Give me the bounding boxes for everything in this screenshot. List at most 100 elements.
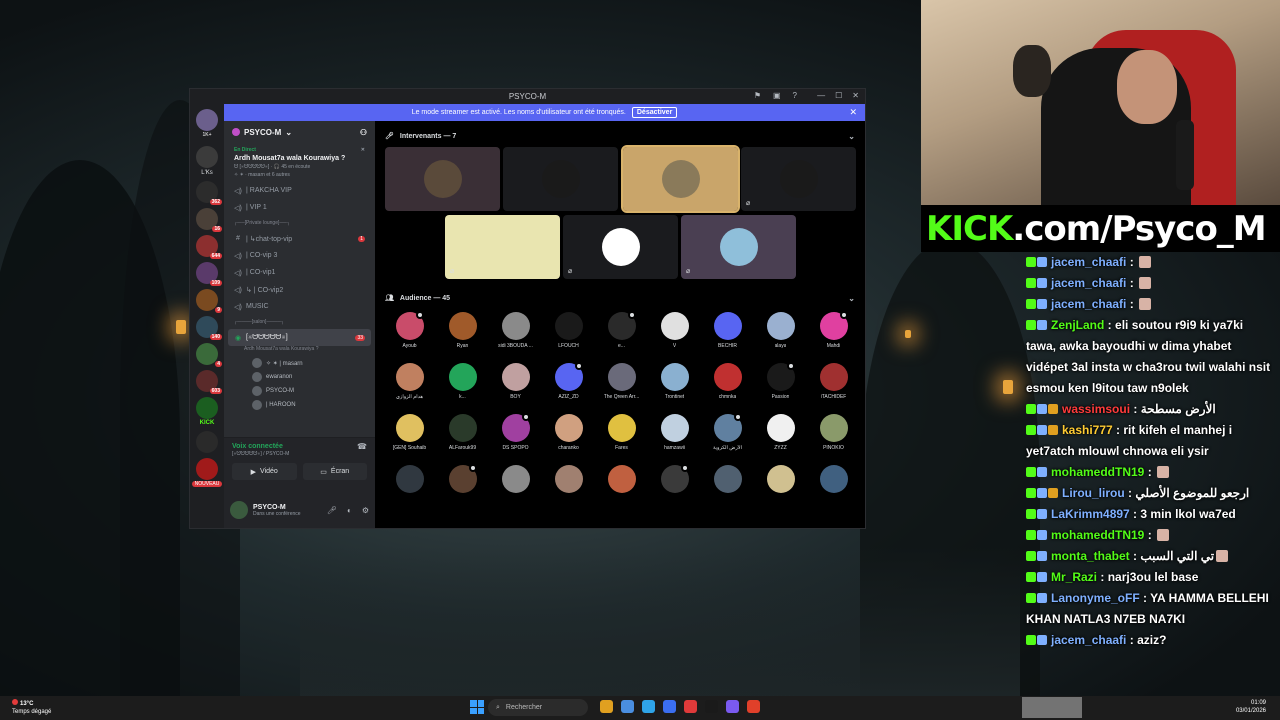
audience-member[interactable] bbox=[701, 462, 754, 511]
gear-icon[interactable]: ⚙ bbox=[362, 506, 369, 515]
speaker-tile[interactable] bbox=[503, 147, 618, 211]
chat-username[interactable]: Mr_Razi bbox=[1051, 570, 1097, 584]
channel-item[interactable]: # | ↳chat-top-vip 1 bbox=[224, 230, 375, 247]
channel-item[interactable]: ◁) | VIP 1 bbox=[224, 199, 375, 216]
chat-username[interactable]: Lanonyme_oFF bbox=[1051, 591, 1140, 605]
server-icon[interactable] bbox=[196, 458, 218, 480]
voice-member[interactable]: PSYCO-M bbox=[224, 384, 375, 398]
taskbar-app-icon[interactable] bbox=[642, 700, 655, 713]
audience-member[interactable]: الأرض الكروية bbox=[701, 411, 754, 460]
audience-member[interactable]: charanko bbox=[542, 411, 595, 460]
minimize-button[interactable]: — bbox=[817, 91, 825, 100]
channel-item[interactable]: ◁) | CO-vip1 bbox=[224, 264, 375, 281]
server-icon[interactable] bbox=[196, 397, 218, 419]
audience-member[interactable]: [GEN] Souhaib bbox=[383, 411, 436, 460]
server-icon[interactable]: 644 bbox=[196, 235, 222, 259]
audience-member[interactable]: chmnka bbox=[701, 360, 754, 409]
audience-member[interactable]: Ryan bbox=[436, 309, 489, 358]
taskbar-app-icon[interactable] bbox=[705, 700, 718, 713]
audience-header[interactable]: 👥︎ Audience — 45 ⌄ bbox=[375, 287, 865, 309]
inbox-icon[interactable]: ⚑ bbox=[754, 91, 761, 100]
microphone-icon[interactable]: 🎤︎ bbox=[327, 506, 337, 515]
search-box[interactable]: ⌕ Rechercher bbox=[488, 699, 588, 716]
channel-category[interactable]: ┌────[salon]────┐ bbox=[224, 315, 375, 329]
server-icon[interactable]: 4 bbox=[196, 343, 222, 367]
speakers-header[interactable]: 🎤︎ Intervenants — 7 ⌄ bbox=[375, 125, 865, 147]
chat-username[interactable]: jacem_chaafi bbox=[1051, 276, 1126, 290]
audience-member[interactable]: alaya bbox=[754, 309, 807, 358]
audience-member[interactable] bbox=[436, 462, 489, 511]
speaker-tile[interactable] bbox=[385, 147, 500, 211]
channel-active-stage[interactable]: ◉ [※ᗢᗢᗢᗢᗢ※] 33 bbox=[228, 329, 371, 346]
audience-member[interactable] bbox=[648, 462, 701, 511]
channel-item[interactable]: ◁) | CO-vip 3 bbox=[224, 247, 375, 264]
disable-streamer-mode-button[interactable]: Désactiver bbox=[631, 107, 678, 118]
voice-member[interactable]: | HAROON bbox=[224, 398, 375, 412]
channel-item[interactable]: ◁) | RAKCHA VIP bbox=[224, 182, 375, 199]
taskbar-app-icon[interactable] bbox=[663, 700, 676, 713]
server-icon[interactable]: 109 bbox=[196, 262, 222, 286]
audience-member[interactable]: Trontinet bbox=[648, 360, 701, 409]
audience-member[interactable]: Passion bbox=[754, 360, 807, 409]
speaker-tile[interactable]: ⌀ bbox=[445, 215, 560, 279]
audience-member[interactable]: ALFarouk99 bbox=[436, 411, 489, 460]
voice-member[interactable]: ewaranon bbox=[224, 370, 375, 384]
help-icon[interactable]: ? bbox=[793, 91, 797, 100]
audience-member[interactable] bbox=[383, 462, 436, 511]
taskbar-app-icon[interactable] bbox=[747, 700, 760, 713]
speaker-tile[interactable]: ⌀ bbox=[563, 215, 678, 279]
channel-category[interactable]: ┌──[Private lounge]──┐ bbox=[224, 216, 375, 230]
chat-username[interactable]: jacem_chaafi bbox=[1051, 255, 1126, 269]
audience-member[interactable]: hamzawii bbox=[648, 411, 701, 460]
audience-member[interactable]: Mahdi bbox=[807, 309, 860, 358]
chat-username[interactable]: LaKrimm4897 bbox=[1051, 507, 1130, 521]
chat-username[interactable]: ZenjLand bbox=[1051, 318, 1104, 332]
audience-member[interactable]: PINOKIO bbox=[807, 411, 860, 460]
server-icon[interactable] bbox=[196, 109, 218, 131]
audience-member[interactable]: The Qreen Arr... bbox=[595, 360, 648, 409]
audience-member[interactable] bbox=[595, 462, 648, 511]
video-button[interactable]: ▶ Vidéo bbox=[232, 463, 297, 480]
server-icon[interactable]: 362 bbox=[196, 181, 222, 205]
clock[interactable]: 01:09 03/01/2026 bbox=[1236, 699, 1266, 715]
audience-member[interactable]: BECHIR bbox=[701, 309, 754, 358]
audience-member[interactable]: e... bbox=[595, 309, 648, 358]
audience-member[interactable] bbox=[754, 462, 807, 511]
voice-member[interactable]: ✧ ✶ | masarn bbox=[224, 356, 375, 370]
avatar[interactable] bbox=[230, 501, 248, 519]
server-icon[interactable] bbox=[196, 146, 218, 168]
chat-username[interactable]: wassimsoui bbox=[1062, 402, 1130, 416]
chat-username[interactable]: jacem_chaafi bbox=[1051, 297, 1126, 311]
taskbar-app-icon[interactable] bbox=[684, 700, 697, 713]
speaker-tile[interactable] bbox=[621, 145, 740, 213]
invite-icon[interactable]: ⚇ bbox=[360, 128, 367, 137]
server-header[interactable]: PSYCO-M ⌄ ⚇ bbox=[224, 121, 375, 143]
audience-member[interactable]: ZYZZ bbox=[754, 411, 807, 460]
server-icon[interactable] bbox=[196, 431, 218, 453]
chat-username[interactable]: kashi777 bbox=[1062, 423, 1113, 437]
audience-member[interactable]: iTACHIDEF bbox=[807, 360, 860, 409]
server-icon[interactable]: 16 bbox=[196, 208, 222, 232]
screen-icon[interactable]: ▣ bbox=[773, 91, 781, 100]
audience-member[interactable]: DS SPOPO bbox=[489, 411, 542, 460]
weather-widget[interactable]: 13°C Temps dégagé bbox=[12, 699, 51, 716]
audience-member[interactable] bbox=[489, 462, 542, 511]
taskbar-app-icon[interactable] bbox=[621, 700, 634, 713]
server-icon[interactable]: 140 bbox=[196, 316, 222, 340]
disconnect-icon[interactable]: ☎ bbox=[357, 442, 367, 451]
audience-member[interactable]: BOY bbox=[489, 360, 542, 409]
audience-member[interactable]: هدام الزوازي bbox=[383, 360, 436, 409]
taskbar-app-icon[interactable] bbox=[726, 700, 739, 713]
chat-username[interactable]: mohameddTN19 bbox=[1051, 528, 1144, 542]
audience-member[interactable] bbox=[807, 462, 860, 511]
taskbar-app-icon[interactable] bbox=[600, 700, 613, 713]
maximize-button[interactable]: ☐ bbox=[835, 91, 842, 100]
chat-username[interactable]: Lirou_lirou bbox=[1062, 486, 1125, 500]
close-banner-icon[interactable]: ✕ bbox=[849, 107, 857, 118]
speaker-tile[interactable]: ⌀ bbox=[681, 215, 796, 279]
start-button[interactable] bbox=[470, 700, 484, 714]
close-window-button[interactable]: ✕ bbox=[852, 91, 859, 100]
chat-username[interactable]: monta_thabet bbox=[1051, 549, 1130, 563]
chat-username[interactable]: jacem_chaafi bbox=[1051, 633, 1126, 647]
audience-member[interactable]: k... bbox=[436, 360, 489, 409]
